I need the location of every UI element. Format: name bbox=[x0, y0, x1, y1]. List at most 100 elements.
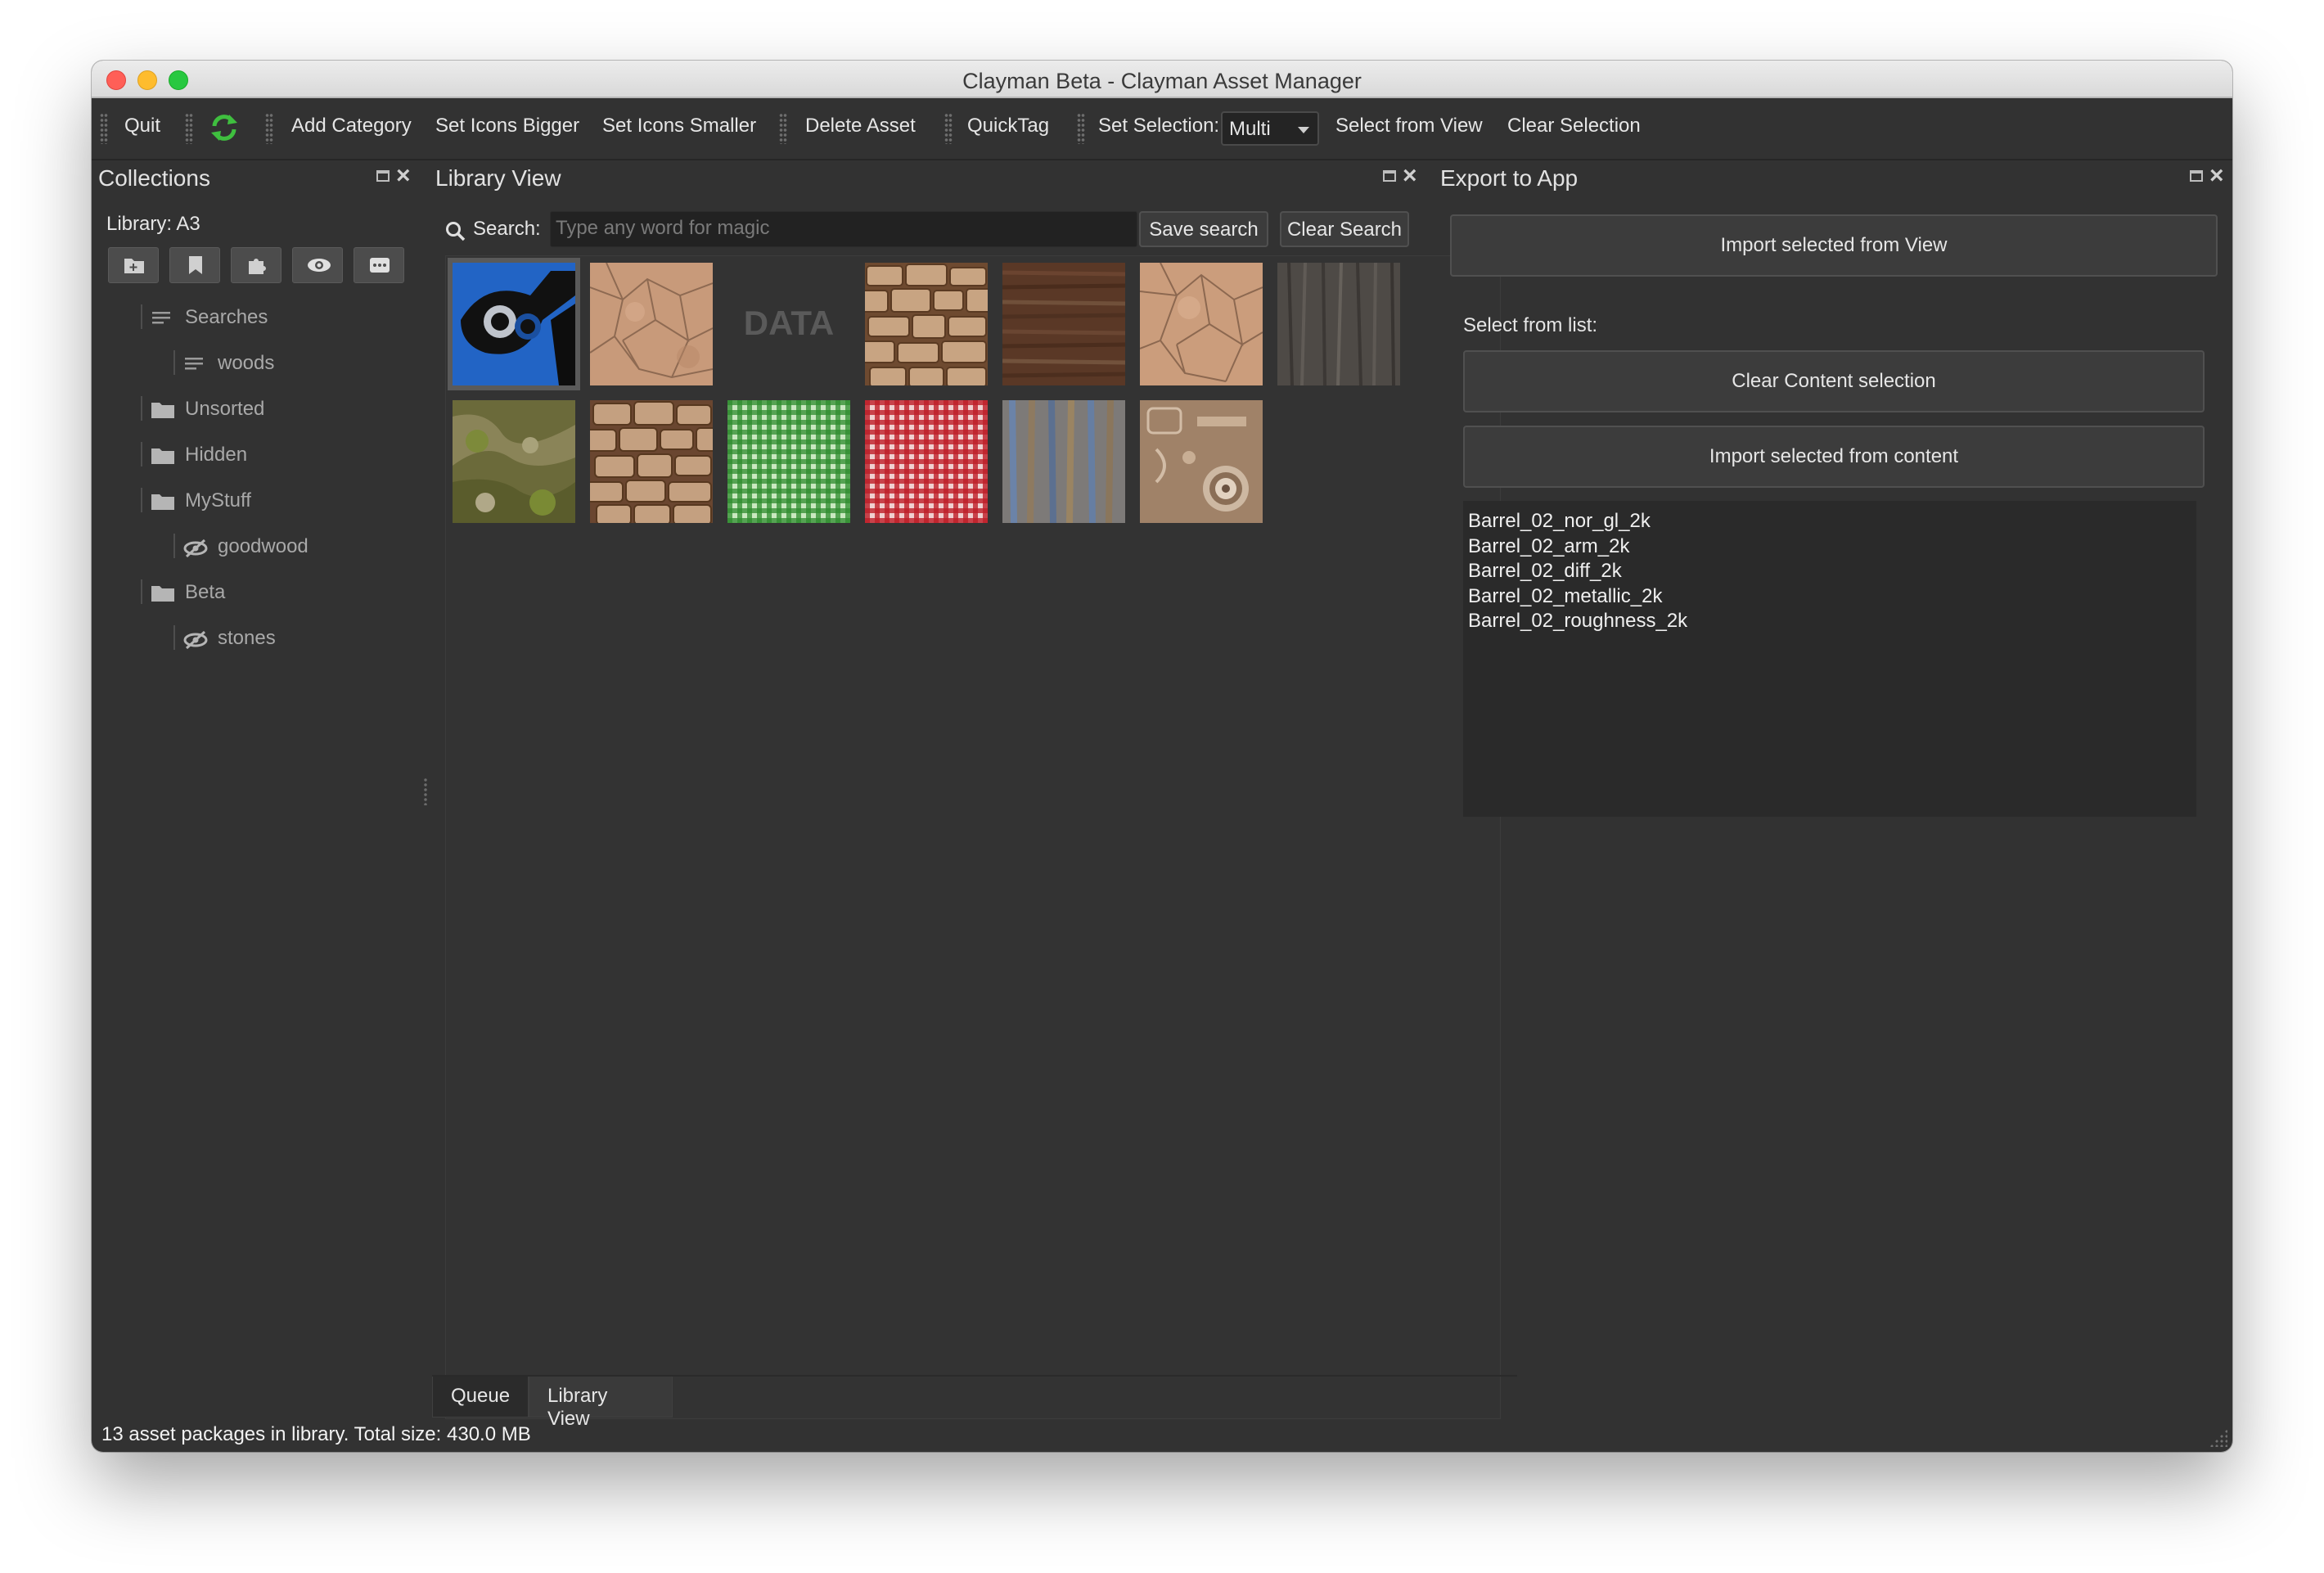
folder-icon bbox=[151, 403, 174, 418]
asset-thumbnail-green-plaid[interactable] bbox=[727, 400, 850, 523]
more-button[interactable] bbox=[354, 247, 404, 283]
puzzle-icon bbox=[249, 259, 266, 274]
library-label: Library: A3 bbox=[106, 213, 200, 235]
app-window: Clayman Beta - Clayman Asset Manager Qui… bbox=[92, 61, 2232, 1452]
tree-guide bbox=[141, 579, 142, 604]
tab-library-view[interactable]: Library View bbox=[529, 1377, 673, 1430]
float-panel-icon[interactable] bbox=[2190, 170, 2203, 182]
visibility-button[interactable] bbox=[292, 247, 343, 283]
tree-guide bbox=[141, 488, 142, 512]
add-category-button[interactable]: Add Category bbox=[291, 115, 412, 137]
data-tile-label: DATA bbox=[743, 304, 835, 342]
tree-guide bbox=[173, 350, 175, 375]
content-list[interactable]: Barrel_02_nor_gl_2k Barrel_02_arm_2k Bar… bbox=[1463, 501, 2196, 817]
export-to-app-title: Export to App bbox=[1440, 165, 1579, 191]
asset-thumbnail-data[interactable]: DATA bbox=[727, 263, 850, 385]
close-icon[interactable]: × bbox=[2209, 164, 2224, 188]
tree-item-label: Searches bbox=[185, 306, 268, 328]
set-selection-dropdown[interactable]: Multi bbox=[1221, 111, 1319, 146]
list-item[interactable]: Barrel_02_arm_2k bbox=[1468, 534, 2191, 560]
asset-thumbnail-stone-wall[interactable] bbox=[590, 400, 713, 523]
eye-slash-icon bbox=[183, 539, 208, 558]
toolbar-grip[interactable] bbox=[265, 113, 273, 144]
select-from-view-button[interactable]: Select from View bbox=[1335, 115, 1483, 137]
add-folder-icon bbox=[124, 259, 144, 273]
collections-title: Collections bbox=[98, 165, 210, 191]
search-input[interactable]: Type any word for magic bbox=[550, 211, 1137, 247]
asset-thumbnail-stone-wall[interactable] bbox=[865, 263, 988, 385]
refresh-icon[interactable] bbox=[208, 111, 241, 148]
asset-thumbnail-dark-wood[interactable] bbox=[1277, 263, 1400, 385]
close-icon[interactable]: × bbox=[1403, 164, 1417, 188]
asset-thumbnail-mossy-rock[interactable] bbox=[453, 400, 575, 523]
import-selected-from-view-button[interactable]: Import selected from View bbox=[1450, 214, 2218, 277]
tree-guide bbox=[173, 534, 175, 558]
chevron-down-icon bbox=[1298, 127, 1309, 133]
tree-item-label: MyStuff bbox=[185, 489, 251, 512]
title-bar: Clayman Beta - Clayman Asset Manager bbox=[92, 61, 2232, 98]
left-splitter-handle[interactable] bbox=[424, 777, 427, 805]
list-item[interactable]: Barrel_02_roughness_2k bbox=[1468, 609, 2191, 634]
tree-item-label: Hidden bbox=[185, 444, 248, 466]
window-resize-grip[interactable] bbox=[2209, 1429, 2227, 1447]
search-icon bbox=[446, 222, 466, 241]
toolbar: Quit Add Category Set Icons Bigger Set I… bbox=[92, 98, 2232, 160]
set-icons-smaller-button[interactable]: Set Icons Smaller bbox=[602, 115, 756, 137]
tree-item-label: woods bbox=[218, 352, 275, 374]
window-title: Clayman Beta - Clayman Asset Manager bbox=[962, 69, 1362, 93]
toolbar-grip[interactable] bbox=[1077, 113, 1085, 144]
list-icon bbox=[152, 312, 170, 324]
tree-guide bbox=[141, 304, 142, 329]
asset-thumbnail-sandstone[interactable] bbox=[590, 263, 713, 385]
tree-guide bbox=[141, 442, 142, 466]
asset-grid[interactable]: DATA bbox=[445, 255, 1501, 1419]
eye-icon bbox=[308, 259, 331, 272]
folder-icon bbox=[151, 494, 174, 510]
clear-selection-button[interactable]: Clear Selection bbox=[1507, 115, 1641, 137]
select-from-list-label: Select from list: bbox=[1463, 314, 1598, 336]
float-panel-icon[interactable] bbox=[376, 170, 390, 182]
folder-icon bbox=[151, 448, 174, 464]
set-selection-value: Multi bbox=[1229, 118, 1271, 140]
tree-item-label: Unsorted bbox=[185, 398, 265, 420]
quit-button[interactable]: Quit bbox=[124, 115, 160, 137]
asset-thumbnail-mechanical[interactable] bbox=[1140, 400, 1263, 523]
folder-icon bbox=[151, 586, 174, 602]
eye-slash-icon bbox=[183, 630, 208, 650]
toolbar-grip[interactable] bbox=[185, 113, 193, 144]
bookmark-icon bbox=[189, 256, 202, 274]
set-selection-label: Set Selection: bbox=[1098, 115, 1220, 137]
asset-thumbnail-blue-wood[interactable] bbox=[1002, 400, 1125, 523]
tree-guide bbox=[173, 625, 175, 650]
asset-thumbnail-barrel[interactable] bbox=[448, 258, 580, 390]
toolbar-grip[interactable] bbox=[944, 113, 953, 144]
list-item[interactable]: Barrel_02_metallic_2k bbox=[1468, 584, 2191, 610]
puzzle-button[interactable] bbox=[231, 247, 281, 283]
tab-queue[interactable]: Queue bbox=[432, 1377, 529, 1418]
float-panel-icon[interactable] bbox=[1383, 170, 1396, 182]
add-folder-button[interactable] bbox=[108, 247, 159, 283]
clear-search-button[interactable]: Clear Search bbox=[1280, 211, 1409, 247]
import-selected-from-content-button[interactable]: Import selected from content bbox=[1463, 426, 2205, 488]
search-placeholder: Type any word for magic bbox=[556, 217, 770, 239]
quicktag-button[interactable]: QuickTag bbox=[967, 115, 1049, 137]
clear-content-selection-button[interactable]: Clear Content selection bbox=[1463, 350, 2205, 412]
set-icons-bigger-button[interactable]: Set Icons Bigger bbox=[435, 115, 579, 137]
toolbar-grip[interactable] bbox=[779, 113, 787, 144]
delete-asset-button[interactable]: Delete Asset bbox=[805, 115, 916, 137]
search-label: Search: bbox=[473, 218, 541, 240]
bookmark-button[interactable] bbox=[169, 247, 220, 283]
tree-item-label: stones bbox=[218, 627, 276, 649]
tree-guide bbox=[141, 396, 142, 421]
asset-thumbnail-sandstone[interactable] bbox=[1140, 263, 1263, 385]
close-icon[interactable]: × bbox=[396, 164, 411, 188]
list-item[interactable]: Barrel_02_diff_2k bbox=[1468, 559, 2191, 584]
asset-thumbnail-red-plaid[interactable] bbox=[865, 400, 988, 523]
asset-thumbnail-wood-planks[interactable] bbox=[1002, 263, 1125, 385]
list-item[interactable]: Barrel_02_nor_gl_2k bbox=[1468, 509, 2191, 534]
save-search-button[interactable]: Save search bbox=[1139, 211, 1268, 247]
tree-item-label: goodwood bbox=[218, 535, 309, 557]
tree-item-label: Beta bbox=[185, 581, 226, 603]
library-view-title: Library View bbox=[435, 165, 561, 191]
toolbar-grip[interactable] bbox=[100, 113, 108, 144]
